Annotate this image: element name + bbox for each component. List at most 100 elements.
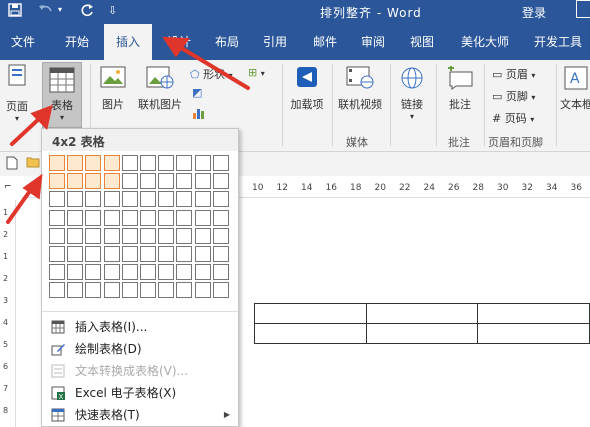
grid-cell[interactable] [158,191,174,207]
grid-cell[interactable] [122,210,138,226]
tab-design[interactable]: 设计 [158,24,200,60]
tab-mailings[interactable]: 邮件 [304,24,346,60]
tab-layout[interactable]: 布局 [206,24,248,60]
shapes-button[interactable]: ⬠ 形状 [190,66,233,82]
grid-cell[interactable] [158,264,174,280]
customize-qat-icon[interactable]: ⇩ [108,4,117,17]
grid-cell[interactable] [49,155,65,171]
tab-home[interactable]: 开始 [56,24,98,60]
grid-cell[interactable] [158,282,174,298]
grid-cell[interactable] [85,282,101,298]
grid-cell[interactable] [122,282,138,298]
grid-cell[interactable] [213,210,229,226]
grid-cell[interactable] [195,155,211,171]
grid-cell[interactable] [85,173,101,189]
undo-dropdown-icon[interactable]: ▾ [58,5,62,14]
grid-cell[interactable] [85,228,101,244]
grid-cell[interactable] [213,191,229,207]
grid-cell[interactable] [195,246,211,262]
grid-cell[interactable] [85,264,101,280]
grid-cell[interactable] [195,228,211,244]
login-link[interactable]: 登录 [522,4,546,21]
grid-cell[interactable] [67,246,83,262]
grid-cell[interactable] [67,173,83,189]
header-button[interactable]: ▭ 页眉 [492,66,535,82]
grid-cell[interactable] [213,228,229,244]
tab-review[interactable]: 审阅 [352,24,394,60]
grid-cell[interactable] [122,155,138,171]
grid-cell[interactable] [104,191,120,207]
window-restore-button[interactable] [576,0,590,18]
grid-cell[interactable] [49,228,65,244]
tab-file[interactable]: 文件 [2,24,44,60]
grid-cell[interactable] [67,264,83,280]
grid-cell[interactable] [195,264,211,280]
smartart-button[interactable]: ⊞ [248,66,265,79]
textbox-button[interactable]: A 文本框 [560,66,590,112]
excel-spreadsheet-item[interactable]: X Excel 电子表格(X) [42,382,238,404]
grid-cell[interactable] [176,228,192,244]
grid-cell[interactable] [176,173,192,189]
grid-cell[interactable] [85,210,101,226]
grid-cell[interactable] [158,173,174,189]
addins-button[interactable]: 加载项 [288,66,326,112]
footer-button[interactable]: ▭ 页脚 [492,88,535,104]
tab-insert[interactable]: 插入 [104,24,152,62]
grid-cell[interactable] [67,210,83,226]
grid-cell[interactable] [49,246,65,262]
grid-cell[interactable] [195,191,211,207]
grid-cell[interactable] [140,228,156,244]
grid-cell[interactable] [195,173,211,189]
grid-cell[interactable] [67,155,83,171]
grid-cell[interactable] [213,282,229,298]
grid-cell[interactable] [122,191,138,207]
comment-button[interactable]: 批注 [440,66,480,112]
grid-cell[interactable] [140,155,156,171]
online-picture-button[interactable]: 联机图片 [134,66,186,112]
online-video-button[interactable]: 联机视频 [334,66,386,112]
link-button[interactable]: 链接 ▾ [394,66,430,121]
grid-cell[interactable] [140,282,156,298]
grid-cell[interactable] [158,246,174,262]
grid-cell[interactable] [67,191,83,207]
grid-cell[interactable] [140,264,156,280]
grid-cell[interactable] [122,246,138,262]
grid-cell[interactable] [85,155,101,171]
grid-cell[interactable] [213,264,229,280]
grid-cell[interactable] [122,228,138,244]
vertical-ruler[interactable]: 1 2 1 2 3 4 5 6 7 8 [0,200,16,427]
tab-references[interactable]: 引用 [254,24,296,60]
grid-cell[interactable] [67,282,83,298]
grid-cell[interactable] [140,210,156,226]
grid-cell[interactable] [158,155,174,171]
grid-cell[interactable] [49,210,65,226]
grid-cell[interactable] [195,282,211,298]
chart-button[interactable] [192,106,206,123]
grid-cell[interactable] [176,282,192,298]
text-to-table-item[interactable]: 文本转换成表格(V)... [42,360,238,382]
grid-cell[interactable] [49,264,65,280]
tab-selector-icon[interactable]: ⌐ [4,182,12,192]
grid-cell[interactable] [176,155,192,171]
grid-cell[interactable] [158,210,174,226]
picture-button[interactable]: 图片 [96,66,130,112]
save-icon[interactable] [8,3,22,21]
grid-cell[interactable] [104,155,120,171]
document-table[interactable] [254,303,590,344]
grid-cell[interactable] [104,210,120,226]
grid-cell[interactable] [176,264,192,280]
grid-cell[interactable] [213,173,229,189]
grid-cell[interactable] [104,173,120,189]
grid-cell[interactable] [122,173,138,189]
grid-cell[interactable] [85,246,101,262]
new-document-icon[interactable] [6,156,18,173]
table-button[interactable]: 表格 ▾ [42,62,82,128]
tab-developer[interactable]: 开发工具 [526,24,590,60]
grid-cell[interactable] [49,191,65,207]
draw-table-item[interactable]: 绘制表格(D) [42,338,238,360]
grid-cell[interactable] [140,246,156,262]
grid-cell[interactable] [67,228,83,244]
grid-cell[interactable] [85,191,101,207]
tab-beautify-master[interactable]: 美化大师 [452,24,518,60]
grid-cell[interactable] [140,191,156,207]
